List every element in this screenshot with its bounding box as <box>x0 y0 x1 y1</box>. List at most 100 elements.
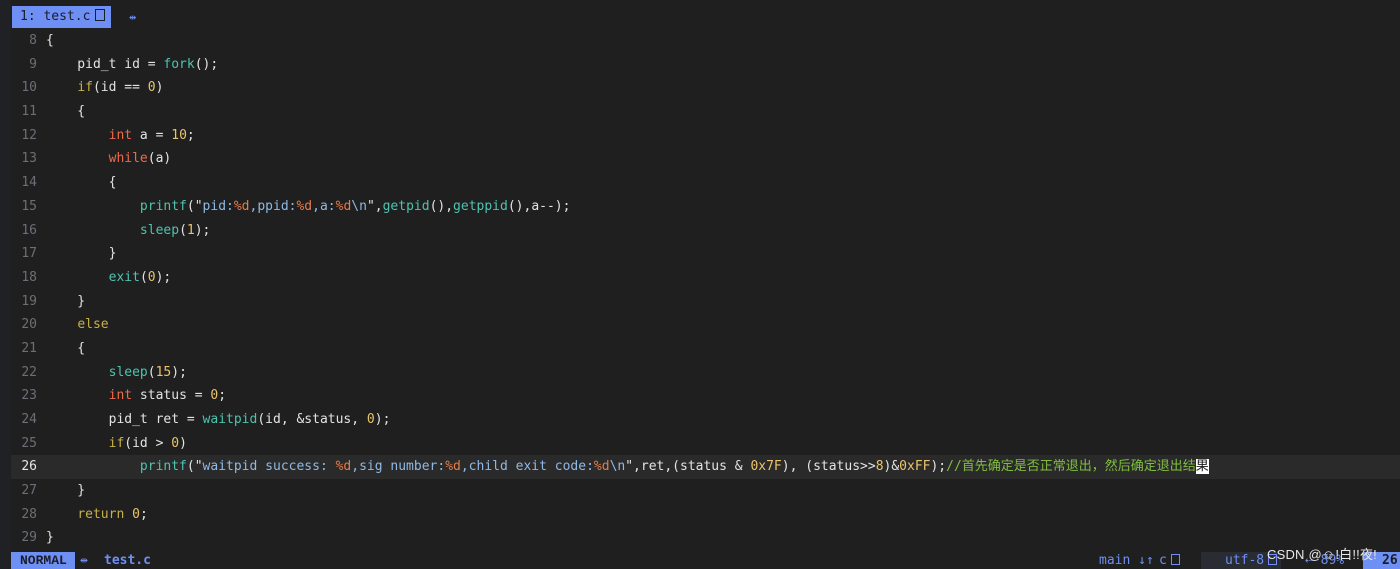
code-token: (id, &status, <box>257 412 367 427</box>
code-token: getppid <box>453 198 508 214</box>
code-token: 0 <box>171 435 180 451</box>
status-filename: test.c <box>104 553 151 568</box>
code-token: ); <box>155 269 172 285</box>
filetype-icon <box>1170 554 1180 565</box>
code-line[interactable]: 24 pid_t ret = waitpid(id, &status, 0); <box>11 408 1400 432</box>
code-token: int <box>108 127 133 143</box>
code-token: 0 <box>366 412 375 427</box>
code-line[interactable]: 21 { <box>11 337 1400 361</box>
code-token: if <box>77 80 93 96</box>
code-token: ,a: <box>312 198 336 214</box>
code-token: ", <box>366 198 383 214</box>
code-line[interactable]: 26 printf("waitpid success: %d,sig numbe… <box>11 455 1400 480</box>
code-token: 8 <box>875 459 884 475</box>
code-line[interactable]: 23 int status = 0; <box>11 384 1400 408</box>
code-token: a = <box>132 127 172 143</box>
code-token: ( <box>179 222 187 238</box>
line-number: 20 <box>21 317 37 333</box>
code-token: ; <box>139 506 148 522</box>
code-line[interactable]: 16 sleep(1); <box>11 219 1400 243</box>
code-line[interactable]: 12 int a = 10; <box>11 124 1400 148</box>
code-token: (" <box>186 459 203 475</box>
code-token: printf <box>139 198 187 214</box>
code-token: waitpid <box>202 412 258 427</box>
code-area[interactable]: 8{9 pid_t id = fork(); 10 if(id == 0) 11 {… <box>11 29 1400 550</box>
code-token: { <box>46 104 86 120</box>
code-line[interactable]: 10 if(id == 0) <box>11 76 1400 100</box>
code-line[interactable]: 14 { <box>11 171 1400 195</box>
code-token: (),a--); <box>507 198 571 214</box>
code-line[interactable]: 11 { <box>11 100 1400 124</box>
code-token: %d <box>335 198 352 214</box>
code-token: 0 <box>147 269 156 285</box>
code-token: (), <box>429 198 454 214</box>
line-number: 11 <box>21 104 37 120</box>
code-token: (id == <box>92 80 148 96</box>
code-token: ,child exit code: <box>460 459 594 475</box>
code-token: ; <box>218 388 227 404</box>
code-token: { <box>46 33 54 48</box>
tab-line: 1: test.c ⇹ <box>11 0 1400 32</box>
code-line[interactable]: 28 return 0; <box>11 503 1400 527</box>
code-line[interactable]: 8{ <box>11 29 1400 53</box>
code-line[interactable]: 25 if(id > 0) <box>11 432 1400 456</box>
line-number: 27 <box>21 483 37 499</box>
code-token: %d <box>445 459 461 475</box>
tab-label: 1: test.c <box>20 9 91 24</box>
line-number: 12 <box>21 127 37 143</box>
line-number: 25 <box>21 435 37 451</box>
line-number: 26 <box>21 459 37 475</box>
code-token: else <box>77 317 109 333</box>
line-number: 17 <box>21 246 37 262</box>
code-line[interactable]: 19 } <box>11 290 1400 314</box>
code-line[interactable]: 9 pid_t id = fork(); <box>11 53 1400 77</box>
line-number: 10 <box>21 80 37 96</box>
code-token: ",ret,(status & <box>625 459 751 475</box>
code-token: { <box>46 340 86 356</box>
code-token: (a) <box>147 151 172 167</box>
code-token: %d <box>296 198 313 214</box>
line-number: 15 <box>21 198 37 214</box>
code-token: 15 <box>155 364 172 380</box>
code-token: while <box>108 151 148 167</box>
branch-icon: ↓↑ <box>1138 553 1154 568</box>
line-number: 13 <box>21 151 37 167</box>
code-token: 1 <box>186 222 195 238</box>
code-line[interactable]: 20 else <box>11 313 1400 337</box>
code-token: ); <box>194 222 211 238</box>
code-token: \n <box>609 459 626 475</box>
code-token: } <box>46 530 54 546</box>
code-token: return <box>77 506 125 522</box>
code-line[interactable]: 29} <box>11 526 1400 550</box>
tab-close-icon[interactable]: ⇹ <box>129 6 136 28</box>
code-line[interactable]: 22 sleep(15); <box>11 361 1400 385</box>
line-number: 29 <box>21 530 37 546</box>
code-token: pid_t id = <box>46 56 164 72</box>
code-token: //首先确定是否正常退出，然后确定退出结 <box>946 459 1196 475</box>
mode-indicator: NORMAL <box>11 552 75 569</box>
code-token: 0 <box>132 506 140 522</box>
code-token: status = <box>132 388 211 404</box>
code-line[interactable]: 17 } <box>11 242 1400 266</box>
code-token: ) <box>155 80 164 96</box>
code-token: 0x7F <box>750 459 782 475</box>
code-line[interactable]: 27 } <box>11 479 1400 503</box>
code-token: ,ppid: <box>249 198 297 214</box>
code-line[interactable]: 15 printf("pid:%d,ppid:%d,a:%d\n",getpid… <box>11 195 1400 219</box>
code-token: ); <box>930 459 947 475</box>
code-line[interactable]: 13 while(a) <box>11 147 1400 171</box>
code-token: fork <box>163 56 195 72</box>
code-token: } <box>46 293 86 309</box>
git-branch: main ↓↑ <box>1099 552 1154 569</box>
code-token: { <box>46 175 117 191</box>
code-line[interactable]: 18 exit(0); <box>11 266 1400 290</box>
code-token: ; <box>186 127 195 143</box>
tab-test-c[interactable]: 1: test.c <box>12 6 112 28</box>
